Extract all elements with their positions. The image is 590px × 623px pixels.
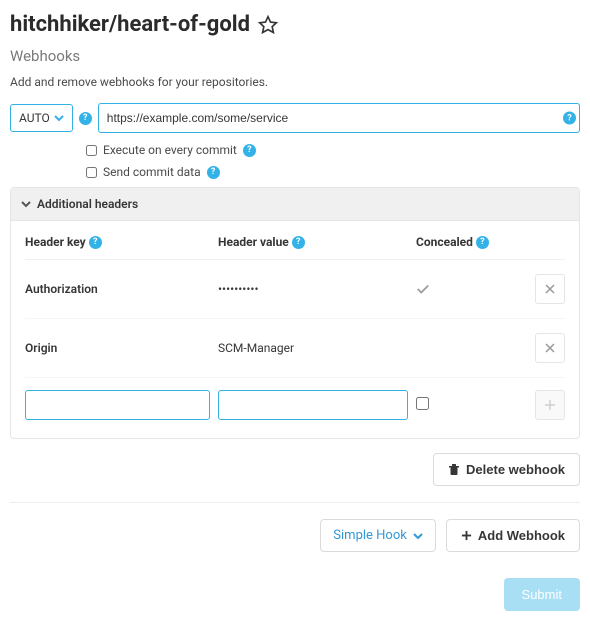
add-header-button[interactable] <box>535 390 565 420</box>
chevron-down-icon <box>413 531 423 541</box>
every-commit-checkbox[interactable] <box>86 145 97 156</box>
new-header-concealed-checkbox[interactable] <box>416 397 429 410</box>
header-key-col: Header key <box>25 235 86 249</box>
send-commit-label: Send commit data <box>103 165 201 179</box>
header-value-cell: SCM-Manager <box>218 341 408 355</box>
new-header-value-input[interactable] <box>218 390 408 420</box>
delete-webhook-button[interactable]: Delete webhook <box>433 453 580 486</box>
every-commit-help-icon[interactable]: ? <box>243 144 256 157</box>
page-title: hitchhiker/heart-of-gold <box>10 12 250 37</box>
header-key-cell: Authorization <box>25 282 210 296</box>
add-webhook-button[interactable]: Add Webhook <box>446 519 580 552</box>
header-key-cell: Origin <box>25 341 210 355</box>
plus-icon <box>461 530 472 541</box>
method-select[interactable]: AUTO <box>10 104 73 132</box>
url-input[interactable] <box>98 103 580 133</box>
method-select-value: AUTO <box>19 111 50 125</box>
table-row: Origin SCM-Manager <box>25 319 565 378</box>
add-webhook-label: Add Webhook <box>478 528 565 543</box>
new-header-key-input[interactable] <box>25 390 210 420</box>
remove-header-button[interactable] <box>535 274 565 304</box>
header-value-cell: •••••••••• <box>218 282 408 296</box>
header-concealed-help-icon[interactable]: ? <box>476 236 489 249</box>
header-value-col: Header value <box>218 235 289 249</box>
hook-type-select[interactable]: Simple Hook <box>320 519 436 552</box>
hook-type-value: Simple Hook <box>333 528 407 543</box>
header-key-help-icon[interactable]: ? <box>89 236 102 249</box>
method-help-icon[interactable]: ? <box>79 112 92 125</box>
chevron-down-icon <box>21 199 31 209</box>
url-help-icon[interactable]: ? <box>563 112 576 125</box>
section-description: Add and remove webhooks for your reposit… <box>10 75 580 89</box>
submit-button[interactable]: Submit <box>504 578 580 611</box>
send-commit-help-icon[interactable]: ? <box>207 166 220 179</box>
delete-webhook-label: Delete webhook <box>466 462 565 477</box>
check-icon <box>416 282 430 296</box>
send-commit-checkbox[interactable] <box>86 167 97 178</box>
header-value-help-icon[interactable]: ? <box>292 236 305 249</box>
plus-icon <box>544 399 556 411</box>
header-concealed-col: Concealed <box>416 235 473 249</box>
divider <box>10 502 580 503</box>
trash-icon <box>448 463 460 476</box>
table-row: Authorization •••••••••• <box>25 260 565 319</box>
section-subtitle: Webhooks <box>10 47 580 65</box>
chevron-down-icon <box>54 113 64 123</box>
remove-header-button[interactable] <box>535 333 565 363</box>
close-icon <box>545 343 555 353</box>
every-commit-label: Execute on every commit <box>103 143 237 157</box>
additional-headers-toggle[interactable]: Additional headers <box>11 188 579 221</box>
close-icon <box>545 284 555 294</box>
star-icon[interactable] <box>258 15 278 35</box>
additional-headers-title: Additional headers <box>37 197 138 211</box>
